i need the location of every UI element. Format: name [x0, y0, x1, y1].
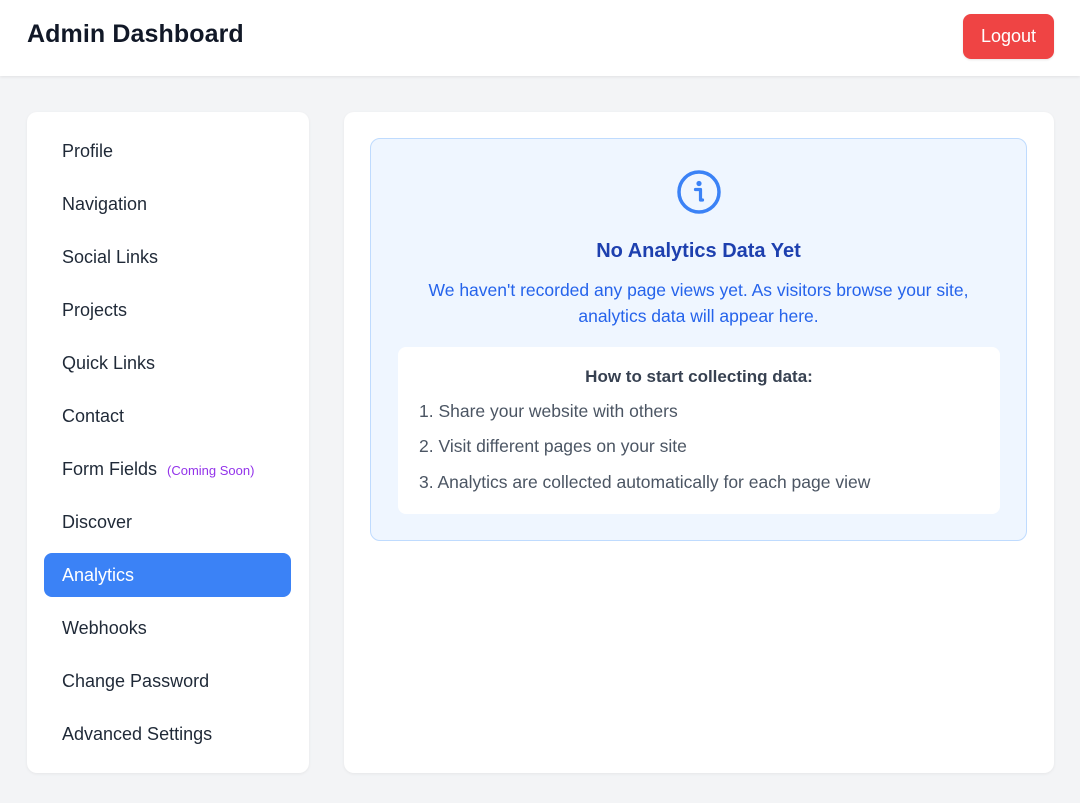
step-item: 1. Share your website with others [419, 401, 678, 421]
main-content: No Analytics Data Yet We haven't recorde… [344, 112, 1054, 773]
header: Admin Dashboard Logout [0, 0, 1080, 76]
sidebar-item-label: Analytics [62, 564, 135, 585]
page-title: Admin Dashboard [27, 20, 244, 48]
sidebar-item-quick-links[interactable]: Quick Links [44, 341, 291, 385]
empty-state-panel: No Analytics Data Yet We haven't recorde… [370, 138, 1027, 541]
sidebar-item-navigation[interactable]: Navigation [44, 182, 291, 226]
sidebar-item-label: Quick Links [62, 352, 156, 373]
sidebar-item-label: Webhooks [62, 617, 147, 638]
sidebar-item-projects[interactable]: Projects [44, 288, 291, 332]
sidebar-item-label: Social Links [62, 246, 159, 267]
sidebar-item-label: Advanced Settings [62, 723, 213, 744]
sidebar: Profile Navigation Social Links Projects… [27, 112, 309, 773]
sidebar-item-label: Profile [62, 140, 114, 161]
sidebar-item-webhooks[interactable]: Webhooks [44, 606, 291, 650]
empty-state-title: No Analytics Data Yet [596, 240, 801, 262]
steps-title: How to start collecting data: [585, 367, 813, 386]
sidebar-item-advanced-settings[interactable]: Advanced Settings [44, 712, 291, 756]
steps-card: How to start collecting data: 1. Share y… [398, 347, 1000, 514]
sidebar-item-contact[interactable]: Contact [44, 394, 291, 438]
sidebar-item-profile[interactable]: Profile [44, 129, 291, 173]
sidebar-item-label: Change Password [62, 670, 210, 691]
step-item: 3. Analytics are collected automatically… [419, 472, 871, 492]
sidebar-item-discover[interactable]: Discover [44, 500, 291, 544]
sidebar-item-social-links[interactable]: Social Links [44, 235, 291, 279]
sidebar-item-change-password[interactable]: Change Password [44, 659, 291, 703]
sidebar-item-label: Projects [62, 299, 128, 320]
sidebar-item-form-fields[interactable]: Form Fields (Coming Soon) [44, 447, 291, 491]
sidebar-item-label: Contact [62, 405, 125, 426]
info-icon [677, 170, 721, 214]
coming-soon-badge: (Coming Soon) [167, 462, 255, 478]
logout-button[interactable]: Logout [963, 14, 1054, 59]
step-item: 2. Visit different pages on your site [419, 436, 687, 456]
empty-state-message: We haven't recorded any page views yet. … [428, 280, 969, 326]
sidebar-item-analytics[interactable]: Analytics [44, 553, 291, 597]
sidebar-item-label: Discover [62, 511, 133, 532]
sidebar-item-label: Navigation [62, 193, 148, 214]
sidebar-item-label: Form Fields [62, 458, 158, 479]
